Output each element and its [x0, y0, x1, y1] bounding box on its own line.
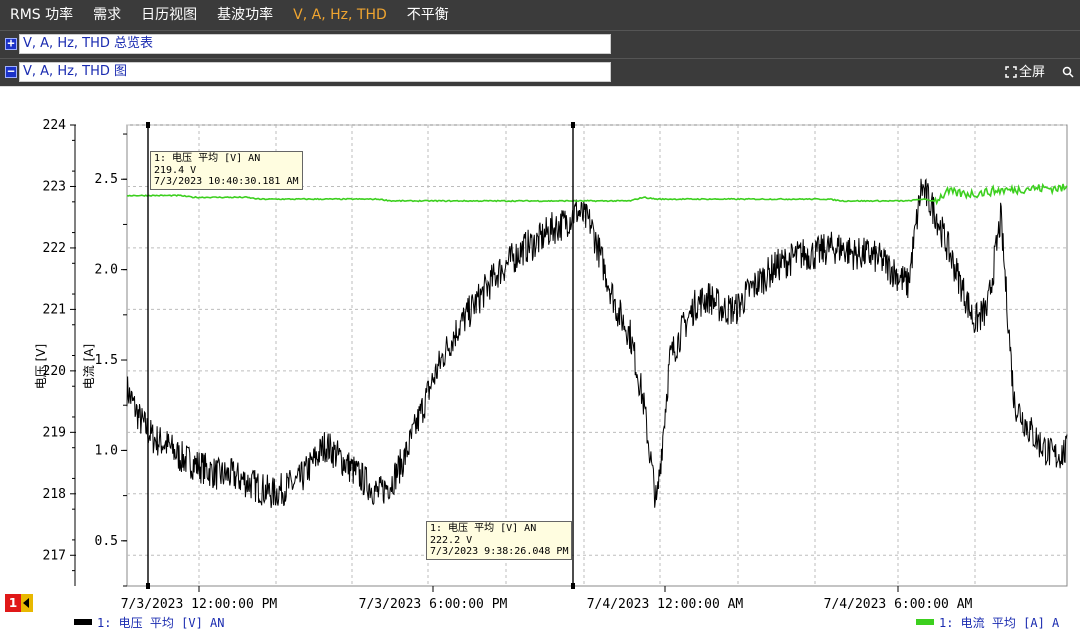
- cursor-2-time: 7/3/2023 9:38:26.048 PM: [430, 546, 568, 558]
- chart-panel-title[interactable]: V, A, Hz, THD 图: [19, 62, 611, 82]
- collapse-icon[interactable]: −: [5, 66, 17, 78]
- left-axis-tick-label: 221: [43, 302, 66, 317]
- legend-current-swatch: [916, 619, 934, 625]
- left-axis-tick-label: 218: [43, 487, 66, 502]
- x-axis-tick-label: 7/4/2023 6:00:00 AM: [824, 597, 973, 612]
- tab-menu-bar: RMS 功率 需求 日历视图 基波功率 V, A, Hz, THD 不平衡: [0, 0, 1080, 30]
- cursor-handle: [571, 583, 575, 589]
- cursor-tooltip-2: 1: 电压 平均 [V] AN 222.2 V 7/3/2023 9:38:26…: [426, 521, 572, 560]
- right-axis-tick-label: 2.0: [95, 263, 118, 278]
- tab-unbalance[interactable]: 不平衡: [397, 0, 459, 30]
- fullscreen-button[interactable]: 全屏: [1005, 63, 1045, 83]
- tab-fundamental-power[interactable]: 基波功率: [207, 0, 283, 30]
- overview-panel-header: + V, A, Hz, THD 总览表: [0, 30, 1080, 59]
- x-axis-tick-label: 7/4/2023 12:00:00 AM: [587, 597, 744, 612]
- expand-icon[interactable]: +: [5, 38, 17, 50]
- cursor-tooltip-1: 1: 电压 平均 [V] AN 219.4 V 7/3/2023 10:40:3…: [150, 151, 303, 190]
- cursor-1-time: 7/3/2023 10:40:30.181 AM: [154, 176, 299, 188]
- fullscreen-icon: [1005, 66, 1017, 78]
- right-axis-tick-label: 1.5: [95, 353, 118, 368]
- left-axis-label: 电压 [V]: [32, 344, 49, 389]
- x-axis-tick-label: 7/3/2023 12:00:00 PM: [121, 597, 278, 612]
- tab-calendar-view[interactable]: 日历视图: [131, 0, 207, 30]
- tab-rms-power[interactable]: RMS 功率: [0, 0, 83, 30]
- right-axis-tick-label: 2.5: [95, 172, 118, 187]
- cursor-1-value: 219.4 V: [154, 165, 299, 177]
- cursor-handle: [146, 122, 150, 128]
- x-axis-tick-label: 7/3/2023 6:00:00 PM: [359, 597, 508, 612]
- legend-current-label: 1: 电流 平均 [A] A: [939, 616, 1059, 630]
- right-axis-label: 电流 [A]: [80, 344, 97, 389]
- cursor-1-series: 1: 电压 平均 [V] AN: [154, 153, 299, 165]
- left-axis-tick-label: 222: [43, 241, 66, 256]
- zoom-button[interactable]: [1062, 63, 1076, 83]
- scroll-left-icon[interactable]: [21, 594, 33, 612]
- tab-demand[interactable]: 需求: [83, 0, 131, 30]
- cursor-2-value: 222.2 V: [430, 535, 568, 547]
- chart-panel-header: − V, A, Hz, THD 图 全屏: [0, 58, 1080, 87]
- cursor-2-series: 1: 电压 平均 [V] AN: [430, 523, 568, 535]
- tab-v-a-hz-thd[interactable]: V, A, Hz, THD: [283, 0, 397, 30]
- left-axis-tick-label: 223: [43, 179, 66, 194]
- cursor-handle: [571, 122, 575, 128]
- magnifier-icon: [1062, 66, 1074, 78]
- right-axis-tick-label: 0.5: [95, 534, 118, 549]
- overview-panel-title[interactable]: V, A, Hz, THD 总览表: [19, 34, 611, 54]
- legend-voltage-label: 1: 电压 平均 [V] AN: [97, 616, 224, 630]
- fullscreen-label: 全屏: [1019, 65, 1045, 80]
- legend-voltage-swatch: [74, 619, 92, 625]
- left-axis-tick-label: 219: [43, 425, 66, 440]
- left-axis-tick-label: 217: [43, 548, 66, 563]
- cursor-handle: [146, 583, 150, 589]
- marker-badge[interactable]: 1: [5, 594, 21, 612]
- right-axis-tick-label: 1.0: [95, 443, 118, 458]
- legend-voltage[interactable]: 1: 电压 平均 [V] AN: [74, 614, 224, 631]
- left-axis-tick-label: 224: [43, 118, 67, 133]
- legend-current[interactable]: 1: 电流 平均 [A] A: [916, 614, 1059, 631]
